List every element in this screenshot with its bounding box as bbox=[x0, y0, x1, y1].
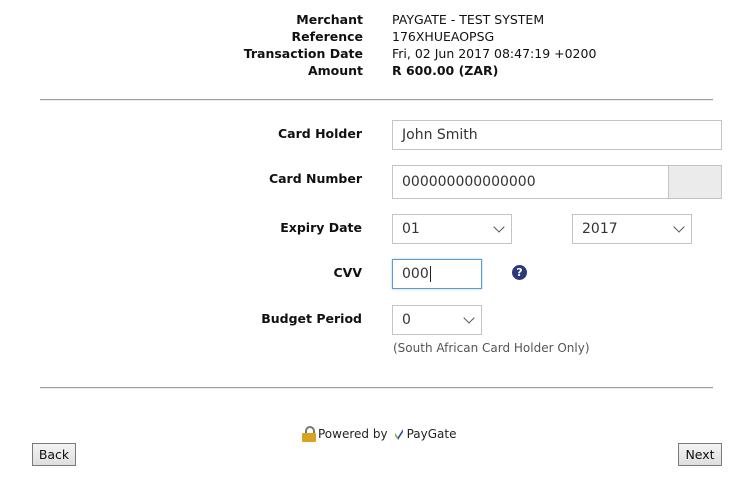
powered-by-text: Powered by bbox=[318, 427, 388, 441]
transaction-date-value: Fri, 02 Jun 2017 08:47:19 +0200 bbox=[392, 46, 597, 61]
cvv-value: 000 bbox=[402, 266, 429, 282]
budget-period-note: (South African Card Holder Only) bbox=[393, 341, 590, 355]
budget-period-value: 0 bbox=[402, 312, 411, 328]
card-type-indicator bbox=[669, 165, 722, 199]
reference-value: 176XHUEAOPSG bbox=[392, 29, 495, 44]
card-number-value: 000000000000000 bbox=[402, 174, 536, 190]
expiry-month-select[interactable]: 01 bbox=[392, 214, 512, 244]
budget-period-label: Budget Period bbox=[261, 311, 362, 326]
amount-label: Amount bbox=[307, 63, 363, 78]
card-holder-input[interactable]: John Smith bbox=[392, 120, 722, 150]
expiry-year-select[interactable]: 2017 bbox=[572, 214, 692, 244]
next-button[interactable]: Next bbox=[678, 443, 722, 466]
bottom-divider bbox=[40, 387, 713, 389]
expiry-month-value: 01 bbox=[402, 221, 420, 237]
transaction-date-label: Transaction Date bbox=[243, 46, 363, 61]
reference-label: Reference bbox=[291, 29, 363, 44]
budget-period-select[interactable]: 0 bbox=[392, 305, 482, 335]
amount-value: R 600.00 (ZAR) bbox=[392, 63, 499, 78]
lock-icon bbox=[302, 426, 316, 442]
card-number-input[interactable]: 000000000000000 bbox=[392, 165, 669, 199]
top-divider bbox=[40, 99, 713, 101]
card-number-label: Card Number bbox=[268, 171, 362, 186]
expiry-year-value: 2017 bbox=[582, 221, 618, 237]
chevron-down-icon bbox=[673, 221, 685, 233]
expiry-date-label: Expiry Date bbox=[280, 220, 362, 235]
merchant-value: PAYGATE - TEST SYSTEM bbox=[392, 12, 545, 27]
paygate-logo-icon bbox=[394, 429, 403, 440]
powered-by: Powered by PayGate bbox=[302, 426, 456, 442]
card-holder-label: Card Holder bbox=[278, 126, 362, 141]
back-button[interactable]: Back bbox=[32, 443, 76, 466]
paygate-brand: PayGate bbox=[406, 427, 457, 441]
card-holder-value: John Smith bbox=[402, 127, 478, 143]
text-caret bbox=[429, 266, 431, 282]
chevron-down-icon bbox=[493, 221, 505, 233]
cvv-input[interactable]: 000 bbox=[392, 259, 482, 289]
question-circle-icon[interactable]: ? bbox=[512, 265, 527, 280]
merchant-label: Merchant bbox=[296, 12, 363, 27]
chevron-down-icon bbox=[463, 312, 475, 324]
cvv-label: CVV bbox=[333, 265, 362, 280]
